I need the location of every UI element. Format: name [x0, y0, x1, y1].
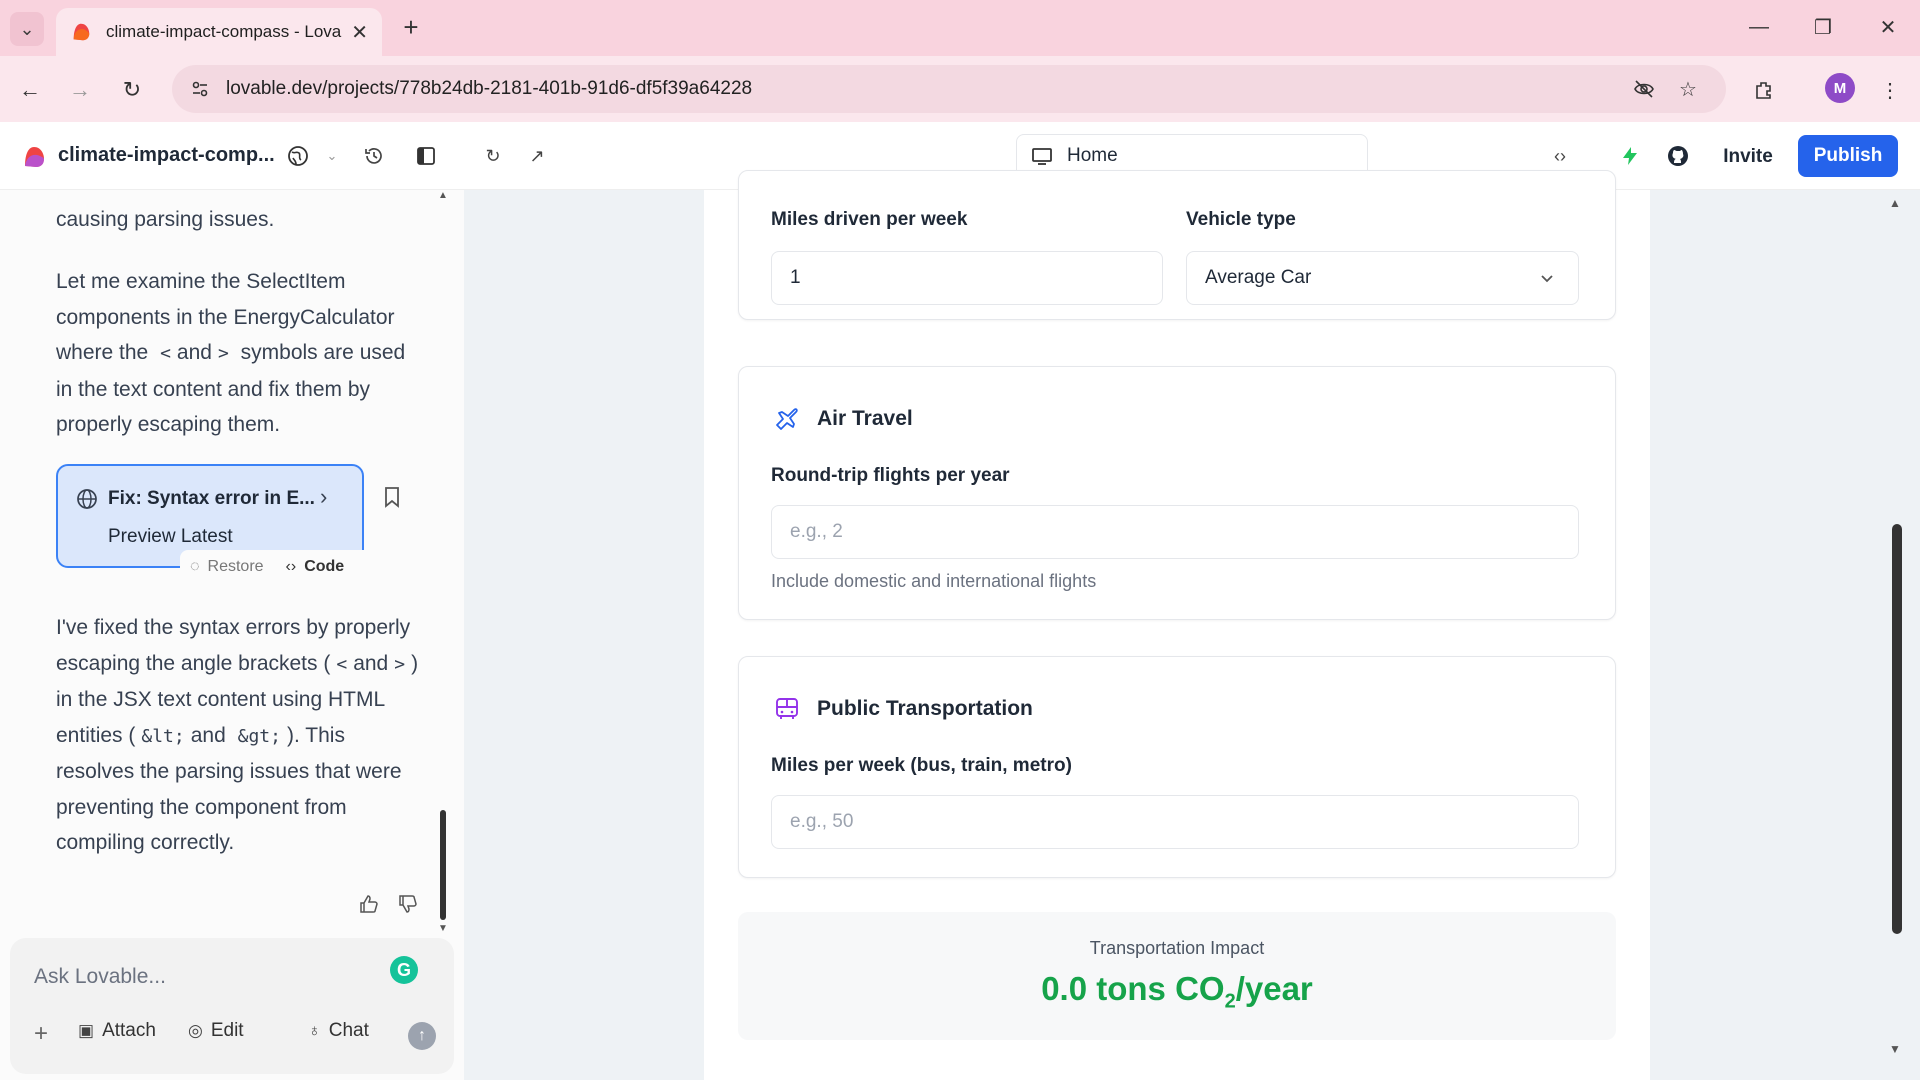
monitor-icon: [1032, 148, 1052, 165]
browser-tab-bar: ⌄ climate-impact-compass - Lova ✕ + — ❐ …: [0, 0, 1920, 56]
globe-icon[interactable]: [282, 140, 314, 172]
edit-button[interactable]: ◎ Edit: [188, 1020, 244, 1042]
lightning-icon[interactable]: [1614, 140, 1646, 172]
route-text: Home: [1067, 145, 1118, 166]
extensions-icon[interactable]: [1746, 72, 1782, 108]
restore-window-icon[interactable]: ❐: [1803, 12, 1843, 42]
vehicle-type-value: Average Car: [1205, 267, 1312, 288]
flights-input[interactable]: [771, 505, 1579, 559]
code-button[interactable]: ‹› Code: [286, 558, 345, 576]
assistant-message: Let me examine the SelectItem components…: [56, 270, 406, 436]
sidebar-toggle-icon[interactable]: [410, 140, 442, 172]
reload-icon[interactable]: ↻: [114, 72, 150, 108]
impact-value: 0.0 tons CO2/year: [1041, 970, 1313, 1013]
plane-icon: [776, 408, 798, 430]
public-transport-card: Public Transportation Miles per week (bu…: [738, 656, 1616, 878]
browser-tab[interactable]: climate-impact-compass - Lova ✕: [56, 8, 382, 56]
chevron-right-icon[interactable]: ›: [320, 484, 327, 510]
chat-scrollbar[interactable]: [440, 810, 446, 920]
chat-partial-line: causing parsing issues.: [56, 208, 275, 231]
preview-page: Miles driven per week Vehicle type Avera…: [704, 170, 1650, 1080]
impact-label: Transportation Impact: [1089, 938, 1265, 958]
car-travel-card: Miles driven per week Vehicle type Avera…: [738, 170, 1616, 320]
send-button[interactable]: ↑: [408, 1022, 436, 1050]
air-travel-title: Air Travel: [817, 407, 913, 430]
chevron-down-icon[interactable]: ⌄: [316, 140, 348, 172]
tab-close-icon[interactable]: ✕: [351, 20, 368, 45]
bus-icon: [776, 698, 798, 719]
site-settings-icon[interactable]: [188, 77, 212, 101]
ask-lovable-input[interactable]: [34, 960, 374, 994]
lovable-favicon-icon: [73, 23, 90, 41]
new-tab-button[interactable]: +: [396, 12, 426, 42]
github-icon[interactable]: [1662, 140, 1694, 172]
lovable-logo-icon[interactable]: [22, 145, 46, 169]
project-name[interactable]: climate-impact-comp...: [58, 144, 275, 167]
fix-card-subtitle: Preview Latest: [108, 526, 233, 547]
miles-driven-label: Miles driven per week: [771, 209, 968, 230]
restore-icon: ◌: [190, 558, 200, 575]
profile-avatar[interactable]: M: [1825, 73, 1855, 103]
vehicle-type-label: Vehicle type: [1186, 209, 1296, 230]
add-icon[interactable]: +: [34, 1020, 48, 1048]
restore-button[interactable]: ◌ Restore: [190, 558, 264, 576]
preview-scroll-up-icon[interactable]: ▲: [1889, 196, 1901, 210]
chat-composer: G + ▣Attach ◎Edit ♁Chat ↑: [10, 938, 454, 1074]
thumbs-up-icon[interactable]: [355, 890, 383, 918]
thumbs-down-icon[interactable]: [394, 890, 422, 918]
eye-off-icon[interactable]: [1626, 65, 1662, 113]
code-view-icon[interactable]: ‹›: [1544, 140, 1576, 172]
minimize-icon[interactable]: —: [1739, 12, 1779, 42]
scroll-up-arrow-icon[interactable]: ▲: [438, 190, 448, 201]
tab-title: climate-impact-compass - Lova: [106, 22, 342, 41]
vehicle-type-select[interactable]: Average Car: [1186, 251, 1579, 305]
chat-panel: causing parsing issues. Let me examine t…: [0, 190, 464, 1080]
fix-card-title: Fix: Syntax error in E...: [108, 488, 315, 509]
globe-icon: [77, 489, 97, 509]
version-actions: ◌ Restore ‹› Code: [180, 550, 380, 584]
scroll-down-arrow-icon[interactable]: ▼: [438, 923, 448, 934]
flights-help-text: Include domestic and international fligh…: [771, 571, 1097, 591]
grammarly-icon[interactable]: G: [390, 956, 418, 984]
attach-button[interactable]: ▣ Attach: [78, 1020, 156, 1042]
public-miles-input[interactable]: [771, 795, 1579, 849]
chat-mode-button[interactable]: ♁ Chat: [308, 1020, 369, 1042]
history-icon[interactable]: [358, 140, 390, 172]
target-icon: ◎: [188, 1021, 203, 1040]
preview-pane: Miles driven per week Vehicle type Avera…: [464, 170, 1920, 1080]
flights-label: Round-trip flights per year: [771, 465, 1010, 486]
tab-search-button[interactable]: ⌄: [10, 12, 44, 46]
chat-messages[interactable]: causing parsing issues. Let me examine t…: [0, 190, 452, 930]
preview-scroll-down-icon[interactable]: ▼: [1889, 1042, 1901, 1056]
air-travel-card: Air Travel Round-trip flights per year I…: [738, 366, 1616, 620]
publish-button[interactable]: Publish: [1798, 135, 1898, 177]
browser-toolbar: ← → ↻ lovable.dev/projects/778b24db-2181…: [0, 56, 1920, 122]
transportation-impact: Transportation Impact 0.0 tons CO2/year: [738, 912, 1616, 1040]
assistant-message: I've fixed the syntax errors by properly…: [56, 616, 419, 854]
bookmark-star-icon[interactable]: ☆: [1670, 65, 1706, 113]
miles-driven-input[interactable]: [771, 251, 1163, 305]
public-transport-title: Public Transportation: [817, 697, 1033, 720]
address-bar[interactable]: lovable.dev/projects/778b24db-2181-401b-…: [172, 65, 1726, 113]
image-icon: ▣: [78, 1021, 95, 1040]
url-text: lovable.dev/projects/778b24db-2181-401b-…: [226, 78, 753, 99]
code-icon: ‹›: [285, 558, 297, 575]
forward-arrow-icon[interactable]: →: [62, 72, 98, 108]
preview-scrollbar[interactable]: [1892, 524, 1902, 934]
chevron-down-icon: [1541, 275, 1553, 283]
invite-button[interactable]: Invite: [1706, 137, 1790, 177]
open-external-icon[interactable]: ↗: [521, 140, 553, 172]
close-window-icon[interactable]: ✕: [1868, 12, 1908, 42]
back-arrow-icon[interactable]: ←: [12, 72, 48, 108]
lightbulb-icon: ♁: [308, 1021, 321, 1040]
refresh-preview-icon[interactable]: ↻: [477, 140, 509, 172]
bookmark-icon[interactable]: [380, 484, 404, 512]
public-miles-label: Miles per week (bus, train, metro): [771, 755, 1072, 776]
browser-menu-icon[interactable]: ⋮: [1872, 72, 1908, 108]
